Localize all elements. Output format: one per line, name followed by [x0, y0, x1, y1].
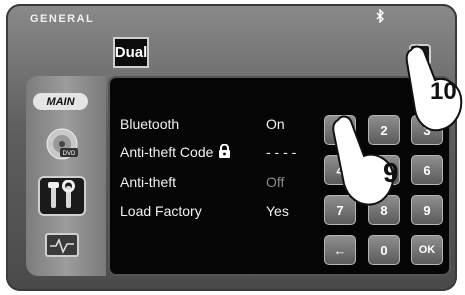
lock-icon [218, 143, 231, 162]
keypad-key-9[interactable]: 9 [411, 195, 443, 225]
keypad-key-6[interactable]: 6 [411, 155, 443, 185]
setting-row-antitheft-code: Anti-theft Code [120, 143, 231, 162]
svg-text:DVD: DVD [63, 151, 76, 157]
setting-label-antitheft: Anti-theft [120, 174, 177, 190]
step-callout-10: 10 [430, 78, 457, 105]
setting-value-bluetooth[interactable]: On [266, 116, 285, 132]
sidebar-item-settings[interactable] [38, 176, 86, 216]
keypad-key-0[interactable]: 0 [368, 235, 400, 265]
step-callout-9: 9 [383, 157, 399, 188]
brand-logo: Dual [113, 37, 149, 68]
setting-label-bluetooth: Bluetooth [120, 116, 180, 132]
bluetooth-icon [375, 8, 385, 24]
setting-value-load-factory[interactable]: Yes [266, 203, 289, 219]
page-title: GENERAL [30, 13, 95, 25]
setting-label-antitheft-code: Anti-theft Code [120, 144, 214, 160]
keypad-key-ok[interactable]: OK [411, 235, 443, 265]
disc-dvd-icon: DVD [46, 128, 78, 160]
sidebar-item-monitor[interactable] [38, 226, 86, 266]
keypad-key-backspace[interactable]: ← [324, 235, 356, 265]
setting-value-antitheft-code[interactable]: - - - - [266, 144, 296, 160]
setting-label-load-factory: Load Factory [120, 203, 202, 219]
setting-value-antitheft[interactable]: Off [266, 174, 284, 190]
tools-settings-icon [48, 180, 75, 208]
monitor-graph-icon [45, 233, 79, 257]
sidebar-item-disc[interactable]: DVD [38, 124, 86, 164]
main-menu-button[interactable]: MAIN [33, 93, 88, 110]
